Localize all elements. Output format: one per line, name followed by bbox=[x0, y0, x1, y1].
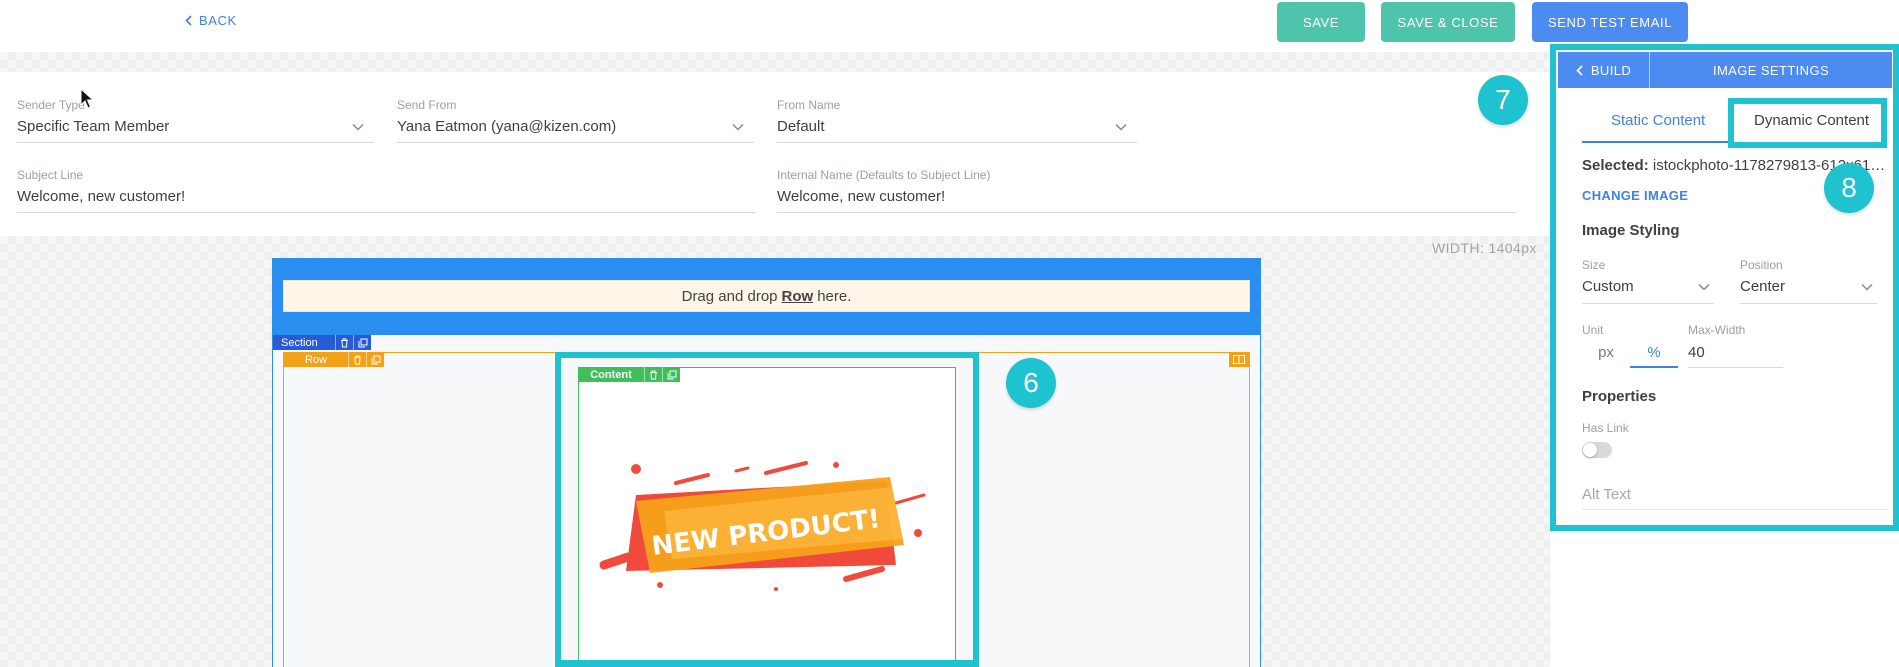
subject-line-value: Welcome, new customer! bbox=[17, 188, 186, 205]
send-from-text: Yana Eatmon (yana@kizen.com) bbox=[397, 118, 617, 135]
drop-text-end: here. bbox=[817, 287, 852, 305]
sender-type-label: Sender Type bbox=[17, 98, 85, 112]
back-link[interactable]: BACK bbox=[185, 13, 237, 28]
internal-name-label: Internal Name (Defaults to Subject Line) bbox=[777, 168, 991, 182]
drop-text-row: Row bbox=[781, 287, 814, 305]
chevron-down-icon bbox=[352, 123, 364, 131]
row-tag-label: Row bbox=[304, 353, 327, 366]
columns-layout-icon[interactable] bbox=[1229, 352, 1249, 367]
sender-type-value: Specific Team Member bbox=[17, 118, 374, 135]
duplicate-icon[interactable] bbox=[366, 352, 384, 367]
row-toolbar: Row bbox=[284, 352, 384, 367]
internal-name-field[interactable]: Internal Name (Defaults to Subject Line)… bbox=[777, 168, 1517, 213]
field-underline bbox=[17, 212, 755, 213]
step-badge-6: 6 bbox=[1006, 358, 1056, 408]
chevron-left-icon bbox=[185, 15, 192, 26]
step-badge-8: 8 bbox=[1824, 163, 1874, 213]
drop-text: Drag and drop bbox=[681, 287, 778, 305]
field-underline bbox=[777, 142, 1137, 143]
internal-name-value: Welcome, new customer! bbox=[777, 188, 946, 205]
send-from-value: Yana Eatmon (yana@kizen.com) bbox=[397, 118, 754, 135]
send-from-field[interactable]: Send From Yana Eatmon (yana@kizen.com) bbox=[397, 98, 754, 143]
field-underline bbox=[17, 142, 374, 143]
subject-line-field[interactable]: Subject Line Welcome, new customer! bbox=[17, 168, 755, 213]
from-name-value: Default bbox=[777, 118, 1137, 135]
sender-type-text: Specific Team Member bbox=[17, 118, 170, 135]
send-from-label: Send From bbox=[397, 98, 457, 112]
email-settings-form: Sender Type Specific Team Member Send Fr… bbox=[0, 72, 1550, 236]
duplicate-icon[interactable] bbox=[353, 335, 371, 350]
section-toolbar: Section bbox=[273, 335, 371, 350]
canvas-width-label: WIDTH: 1404px bbox=[1432, 240, 1537, 256]
content-highlight-frame bbox=[555, 352, 979, 667]
save-and-close-button[interactable]: SAVE & CLOSE bbox=[1381, 2, 1515, 42]
from-name-field[interactable]: From Name Default bbox=[777, 98, 1137, 143]
from-name-label: From Name bbox=[777, 98, 841, 112]
field-underline bbox=[397, 142, 754, 143]
panel-highlight-frame bbox=[1550, 44, 1899, 531]
step-badge-7: 7 bbox=[1478, 75, 1528, 125]
chevron-down-icon bbox=[1115, 123, 1127, 131]
trash-icon[interactable] bbox=[348, 352, 366, 367]
send-test-email-button[interactable]: SEND TEST EMAIL bbox=[1532, 2, 1688, 42]
row-drop-zone[interactable]: Drag and drop Row here. bbox=[283, 280, 1250, 312]
mouse-cursor-icon bbox=[80, 88, 94, 109]
field-underline bbox=[777, 212, 1517, 213]
background-band bbox=[0, 52, 1550, 72]
chevron-down-icon bbox=[732, 123, 744, 131]
sender-type-field[interactable]: Sender Type Specific Team Member bbox=[17, 98, 374, 143]
subject-line-label: Subject Line bbox=[17, 168, 84, 182]
back-label: BACK bbox=[199, 13, 237, 28]
save-button[interactable]: SAVE bbox=[1277, 2, 1365, 42]
section-tag-label: Section bbox=[281, 336, 318, 349]
trash-icon[interactable] bbox=[335, 335, 353, 350]
from-name-text: Default bbox=[777, 118, 825, 135]
